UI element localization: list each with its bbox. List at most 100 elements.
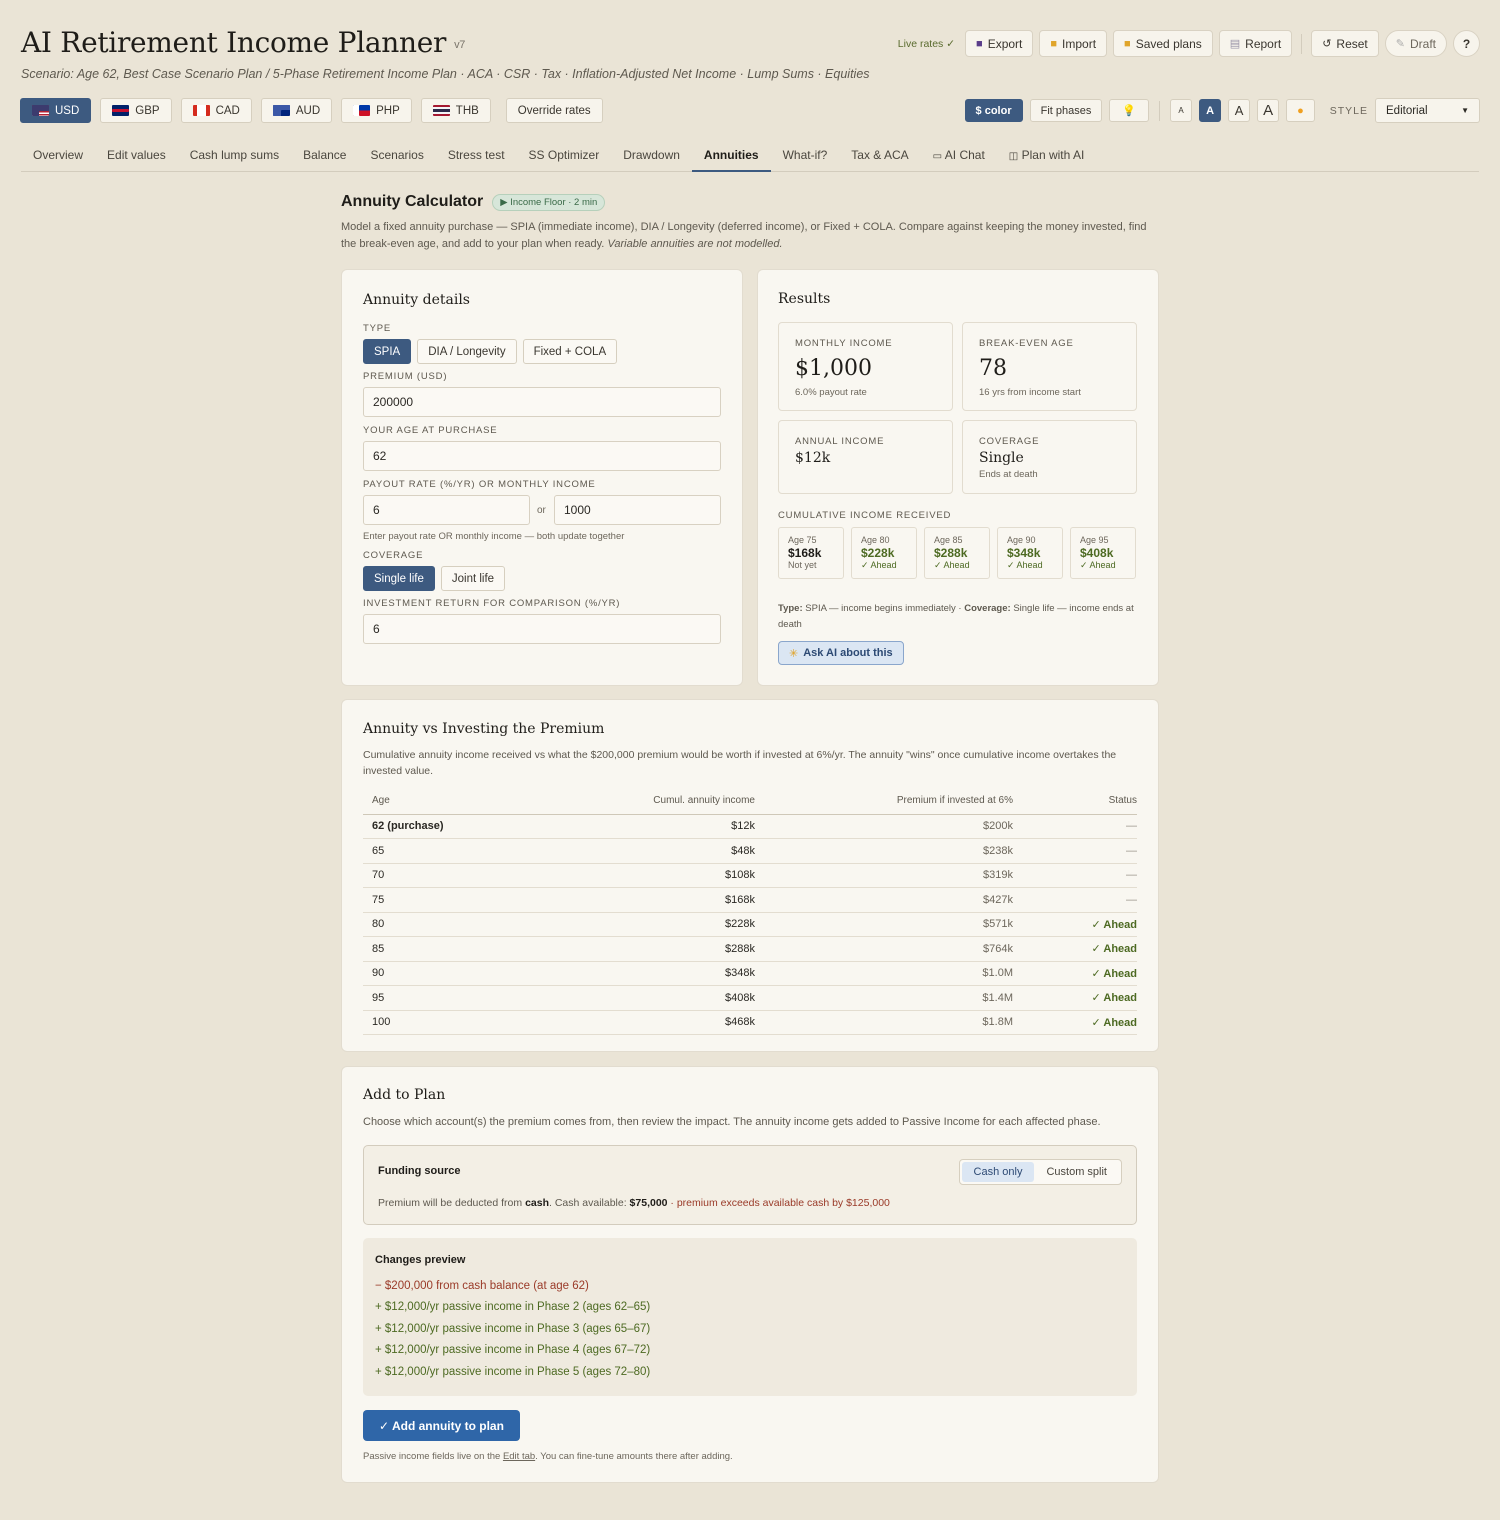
coverage-stat: COVERAGE Single Ends at death (962, 420, 1137, 494)
comparison-card: Annuity vs Investing the Premium Cumulat… (341, 699, 1159, 1052)
theme-toggle[interactable]: ● (1286, 99, 1315, 122)
app-title: AI Retirement Income Planner v7 (21, 26, 466, 59)
table-row: 80 $228k $571k ✓ Ahead (363, 912, 1137, 937)
preview-line: − $200,000 from cash balance (at age 62) (375, 1280, 589, 1292)
tab-ss-optimizer[interactable]: SS Optimizer (517, 139, 612, 172)
currency-aud[interactable]: AUD (260, 98, 333, 123)
tab-overview[interactable]: Overview (21, 139, 95, 172)
calculator-description: Model a fixed annuity purchase — SPIA (i… (341, 221, 1147, 250)
add-annuity-button[interactable]: ✓ Add annuity to plan (363, 1410, 520, 1441)
tab-what-if[interactable]: What-if? (771, 139, 840, 172)
table-row: 65 $48k $238k — (363, 838, 1137, 864)
font-size-m[interactable]: A (1228, 99, 1251, 122)
tab-plan-with-ai[interactable]: ◫ Plan with AI (997, 139, 1097, 172)
tab-scenarios[interactable]: Scenarios (358, 139, 435, 172)
coverage-selector: Single life Joint life (363, 566, 506, 591)
refresh-icon: ↺ (1322, 38, 1332, 50)
divider (1301, 33, 1303, 54)
table-row: 95 $408k $1.4M ✓ Ahead (363, 985, 1137, 1011)
override-rates-button[interactable]: Override rates (505, 98, 603, 123)
cumulative-age-75: Age 75 $168k Not yet (778, 527, 844, 579)
sun-icon: ● (1297, 104, 1304, 117)
font-size-l[interactable]: A (1257, 99, 1280, 122)
report-button[interactable]: ▤ Report (1218, 30, 1293, 57)
canada-flag-icon (192, 105, 210, 116)
cumulative-label: CUMULATIVE INCOME RECEIVED (778, 510, 952, 521)
funding-custom-split[interactable]: Custom split (1034, 1162, 1119, 1182)
funding-note: Premium will be deducted from cash. Cash… (378, 1197, 890, 1209)
table-row: 70 $108k $319k — (363, 863, 1137, 888)
document-icon: ▤ (1229, 38, 1241, 50)
coverage-label: COVERAGE (363, 550, 424, 561)
style-label: STYLE (1329, 104, 1368, 117)
currency-php[interactable]: PHP (341, 98, 412, 123)
tab-annuities[interactable]: Annuities (691, 139, 771, 172)
cumulative-age-90: Age 90 $348k ✓ Ahead (997, 527, 1063, 579)
age-input[interactable]: 62 (363, 441, 721, 471)
results-note: Type: SPIA — income begins immediately ·… (778, 603, 1134, 630)
type-fixed-cola[interactable]: Fixed + COLA (522, 339, 618, 364)
type-selector: SPIA DIA / Longevity Fixed + COLA (363, 339, 618, 364)
table-row: 100 $468k $1.8M ✓ Ahead (363, 1010, 1137, 1035)
lightbulb-button[interactable]: 💡 (1109, 99, 1150, 122)
currency-gbp[interactable]: GBP (100, 98, 172, 123)
return-label: INVESTMENT RETURN FOR COMPARISON (%/YR) (363, 598, 621, 609)
panel-icon: ◫ (1008, 151, 1019, 162)
style-select[interactable]: Editorial ▼ (1375, 98, 1480, 123)
tab-drawdown[interactable]: Drawdown (611, 139, 692, 172)
tab-ai-chat[interactable]: ▭ AI Chat (921, 139, 997, 172)
return-input[interactable]: 6 (363, 614, 721, 644)
currency-thb[interactable]: THB (420, 98, 491, 123)
tab-cash-lump-sums[interactable]: Cash lump sums (178, 139, 291, 172)
tab-tax-aca[interactable]: Tax & ACA (839, 139, 920, 172)
tab-stress-test[interactable]: Stress test (436, 139, 517, 172)
type-spia[interactable]: SPIA (363, 339, 412, 364)
card-title: Annuity details (363, 292, 470, 308)
funding-cash-only[interactable]: Cash only (961, 1162, 1035, 1182)
annual-income-stat: ANNUAL INCOME $12k (778, 420, 953, 494)
add-to-plan-title: Add to Plan (363, 1087, 446, 1103)
draft-button[interactable]: ✎ Draft (1384, 30, 1447, 57)
currency-cad[interactable]: CAD (180, 98, 252, 123)
pencil-icon: ✎ (1395, 38, 1405, 50)
preview-line: + $12,000/yr passive income in Phase 3 (… (375, 1323, 651, 1335)
folder-icon: ■ (1050, 37, 1058, 50)
tab-balance[interactable]: Balance (291, 139, 358, 172)
thailand-flag-icon (432, 105, 450, 116)
export-button[interactable]: ■ Export (965, 30, 1034, 57)
display-tools: $ color Fit phases 💡 A A A A ● STYLE Edi… (964, 98, 1480, 123)
preview-line: + $12,000/yr passive income in Phase 2 (… (375, 1301, 651, 1313)
tab-edit-values[interactable]: Edit values (95, 139, 178, 172)
premium-input[interactable]: 200000 (363, 387, 721, 417)
preview-line: + $12,000/yr passive income in Phase 4 (… (375, 1344, 651, 1356)
table-row: 75 $168k $427k — (363, 887, 1137, 913)
or-label: or (537, 505, 546, 516)
monthly-income-input[interactable]: 1000 (554, 495, 721, 525)
premium-label: PREMIUM (USD) (363, 371, 448, 382)
font-size-xs[interactable]: A (1170, 99, 1193, 122)
annuity-calculator-intro: Annuity Calculator ▶ Income Floor · 2 min… (341, 193, 1159, 253)
fit-phases-button[interactable]: Fit phases (1029, 99, 1103, 122)
changes-preview-title: Changes preview (375, 1254, 466, 1266)
coverage-single-life[interactable]: Single life (363, 566, 435, 591)
payout-rate-input[interactable]: 6 (363, 495, 530, 525)
cumulative-age-80: Age 80 $228k ✓ Ahead (851, 527, 917, 579)
saved-plans-button[interactable]: ■ Saved plans (1113, 30, 1213, 57)
income-floor-video-chip[interactable]: ▶ Income Floor · 2 min (492, 193, 606, 211)
type-dia-longevity[interactable]: DIA / Longevity (417, 339, 517, 364)
payout-label: PAYOUT RATE (%/YR) OR MONTHLY INCOME (363, 479, 596, 490)
coverage-joint-life[interactable]: Joint life (440, 566, 506, 591)
ask-ai-button[interactable]: ✳ Ask AI about this (778, 641, 904, 665)
results-title: Results (778, 291, 831, 307)
currency-usd[interactable]: USD (20, 98, 92, 123)
font-size-s[interactable]: A (1199, 99, 1222, 122)
help-button[interactable]: ? (1453, 30, 1480, 57)
break-even-stat: BREAK-EVEN AGE 78 16 yrs from income sta… (962, 322, 1137, 411)
import-button[interactable]: ■ Import (1039, 30, 1108, 57)
reset-button[interactable]: ↺ Reset (1311, 30, 1379, 57)
edit-tab-link[interactable]: Edit tab (503, 1451, 535, 1462)
currency-selector: USD GBP CAD AUD PHP THB Override rates (20, 98, 603, 123)
chat-icon: ▭ (932, 151, 943, 162)
comparison-title: Annuity vs Investing the Premium (363, 721, 605, 737)
color-mode-button[interactable]: $ color (964, 99, 1023, 122)
